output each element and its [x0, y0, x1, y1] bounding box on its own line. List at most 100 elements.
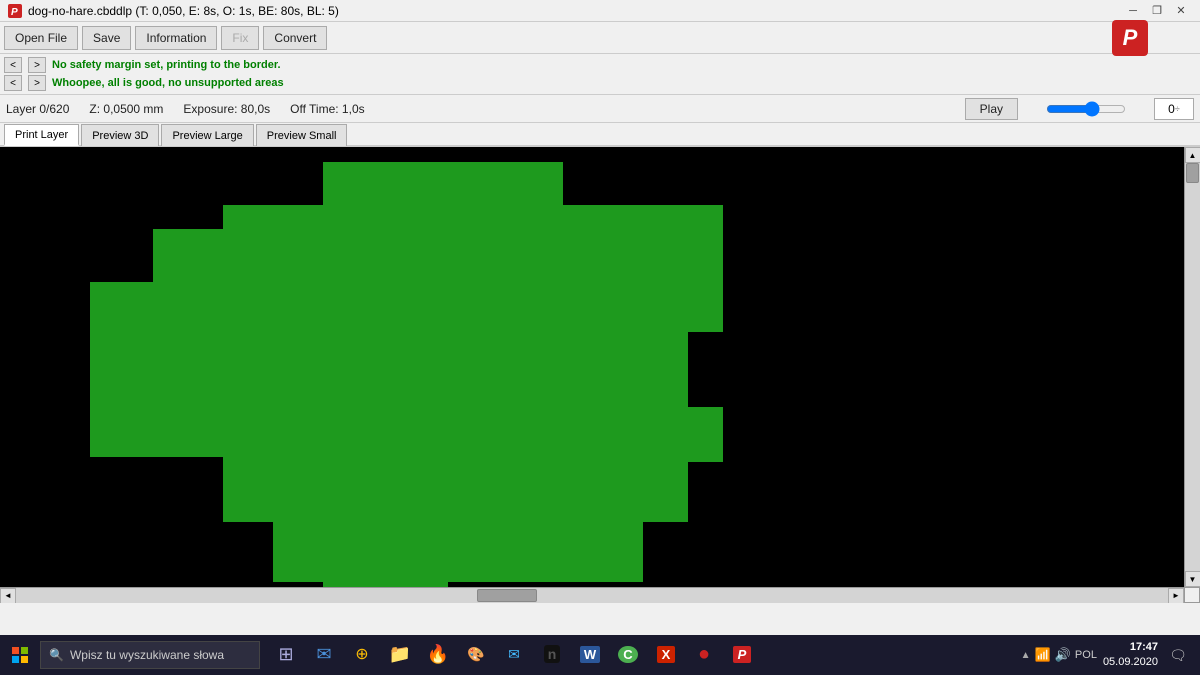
chrome-icon: ⊕	[355, 644, 368, 664]
notification-icon: 🗨	[1169, 647, 1187, 664]
tab-preview-large[interactable]: Preview Large	[161, 124, 253, 146]
titlebar-left: P dog-no-hare.cbddlp (T: 0,050, E: 8s, O…	[8, 4, 339, 18]
search-bar[interactable]: 🔍 Wpisz tu wyszukiwane słowa	[40, 641, 260, 669]
date-display: 05.09.2020	[1103, 655, 1158, 670]
taskbar-apps: ⊞ ✉ ⊕ 📁 🔥 🎨 ✉ n W	[268, 635, 760, 675]
excel-app[interactable]: X	[648, 635, 684, 675]
tabs-container: Print Layer Preview 3D Preview Large Pre…	[0, 123, 1200, 147]
tab-preview-small[interactable]: Preview Small	[256, 124, 348, 146]
paint-app[interactable]: 🎨	[458, 635, 494, 675]
app-icon: P	[8, 4, 22, 18]
svg-text:P: P	[11, 7, 18, 18]
titlebar-title: dog-no-hare.cbddlp (T: 0,050, E: 8s, O: …	[28, 4, 339, 18]
chrome-app[interactable]: ⊕	[344, 635, 380, 675]
mail-icon: ✉	[316, 644, 331, 665]
counter-display: 0 ÷	[1154, 98, 1194, 120]
nav-next-2[interactable]: >	[28, 75, 46, 91]
taskview-icon: ⊞	[278, 644, 293, 665]
tray-arrow[interactable]: ▲	[1021, 650, 1031, 661]
windows-logo	[12, 647, 28, 663]
mail2-app[interactable]: ✉	[496, 635, 532, 675]
network-icon: 📶	[1035, 647, 1051, 663]
taskbar: 🔍 Wpisz tu wyszukiwane słowa ⊞ ✉ ⊕ 📁 🔥 🎨…	[0, 635, 1200, 675]
search-placeholder-text: Wpisz tu wyszukiwane słowa	[70, 648, 224, 662]
scroll-track-horizontal[interactable]	[16, 588, 1168, 603]
n-icon: n	[544, 645, 561, 663]
nav-next-1[interactable]: >	[28, 57, 46, 73]
scroll-left-button[interactable]: ◄	[0, 588, 16, 604]
convert-button[interactable]: Convert	[263, 26, 327, 50]
save-button[interactable]: Save	[82, 26, 131, 50]
speed-slider[interactable]	[1046, 101, 1126, 117]
tab-preview-3d-label: Preview 3D	[92, 130, 148, 142]
mail2-icon: ✉	[508, 646, 520, 663]
scroll-thumb-vertical[interactable]	[1186, 163, 1199, 183]
z-label: Z: 0,0500 mm	[89, 102, 163, 116]
tab-preview-3d[interactable]: Preview 3D	[81, 124, 159, 146]
scroll-track-vertical[interactable]	[1185, 163, 1200, 571]
search-icon: 🔍	[49, 648, 64, 662]
mail-app[interactable]: ✉	[306, 635, 342, 675]
whoopee-text: Whoopee, all is good, no unsupported are…	[52, 77, 284, 89]
dot-app[interactable]: ●	[686, 635, 722, 675]
vertical-scrollbar[interactable]: ▲ ▼	[1184, 147, 1200, 587]
clock-area[interactable]: 17:47 05.09.2020	[1103, 640, 1158, 671]
scroll-right-button[interactable]: ►	[1168, 588, 1184, 604]
fix-button[interactable]: Fix	[221, 26, 259, 50]
open-file-button[interactable]: Open File	[4, 26, 78, 50]
firefox-icon: 🔥	[427, 644, 449, 665]
layer-bar: Layer 0/620 Z: 0,0500 mm Exposure: 80,0s…	[0, 95, 1200, 123]
paint-icon: 🎨	[467, 646, 484, 663]
word-icon: W	[580, 646, 600, 663]
tab-preview-small-label: Preview Small	[267, 130, 337, 142]
close-button[interactable]: ✕	[1170, 1, 1192, 21]
scroll-up-button[interactable]: ▲	[1185, 147, 1200, 163]
volume-icon[interactable]: 🔊	[1055, 647, 1071, 663]
p-app[interactable]: P	[724, 635, 760, 675]
speed-slider-container	[1046, 101, 1126, 117]
main-canvas: ▲ ▼ ◄ ►	[0, 147, 1200, 603]
off-time-label: Off Time: 1,0s	[290, 102, 364, 116]
info-area: < > No safety margin set, printing to th…	[0, 54, 1200, 95]
scroll-down-button[interactable]: ▼	[1185, 571, 1200, 587]
explorer-icon: 📁	[389, 644, 411, 665]
notification-button[interactable]: 🗨	[1164, 635, 1192, 675]
counter-value: 0	[1168, 102, 1175, 116]
explorer-app[interactable]: 📁	[382, 635, 418, 675]
nav-prev-2[interactable]: <	[4, 75, 22, 91]
system-tray: ▲ 📶 🔊 POL	[1021, 647, 1097, 663]
tab-print-layer[interactable]: Print Layer	[4, 124, 79, 146]
scroll-corner	[1184, 587, 1200, 603]
time-display: 17:47	[1103, 640, 1158, 655]
maximize-button[interactable]: ❐	[1146, 1, 1168, 21]
layer-shape-svg	[0, 147, 1184, 587]
play-button[interactable]: Play	[965, 98, 1018, 120]
taskbar-right: ▲ 📶 🔊 POL 17:47 05.09.2020 🗨	[1013, 635, 1200, 675]
nav-prev-1[interactable]: <	[4, 57, 22, 73]
excel-icon: X	[657, 646, 676, 663]
layer-label: Layer 0/620	[6, 102, 69, 116]
counter-arrow-icon: ÷	[1175, 104, 1180, 114]
firefox-app[interactable]: 🔥	[420, 635, 456, 675]
minimize-button[interactable]: ─	[1122, 1, 1144, 21]
titlebar-controls: ─ ❐ ✕	[1122, 1, 1192, 21]
brand-logo: P	[1112, 20, 1148, 56]
tab-preview-large-label: Preview Large	[172, 130, 242, 142]
n-app[interactable]: n	[534, 635, 570, 675]
c-icon: C	[618, 646, 637, 663]
scroll-thumb-horizontal[interactable]	[477, 589, 537, 602]
exposure-label: Exposure: 80,0s	[183, 102, 270, 116]
lang-label: POL	[1075, 649, 1097, 661]
horizontal-scrollbar[interactable]: ◄ ►	[0, 587, 1184, 603]
titlebar: P dog-no-hare.cbddlp (T: 0,050, E: 8s, O…	[0, 0, 1200, 22]
start-button[interactable]	[0, 635, 40, 675]
toolbar: Open File Save Information Fix Convert P	[0, 22, 1200, 54]
p-icon: P	[733, 646, 752, 663]
tab-print-layer-label: Print Layer	[15, 129, 68, 141]
safety-margin-text: No safety margin set, printing to the bo…	[52, 59, 281, 71]
dot-icon: ●	[698, 643, 710, 666]
c-app[interactable]: C	[610, 635, 646, 675]
taskview-button[interactable]: ⊞	[268, 635, 304, 675]
word-app[interactable]: W	[572, 635, 608, 675]
information-button[interactable]: Information	[135, 26, 217, 50]
